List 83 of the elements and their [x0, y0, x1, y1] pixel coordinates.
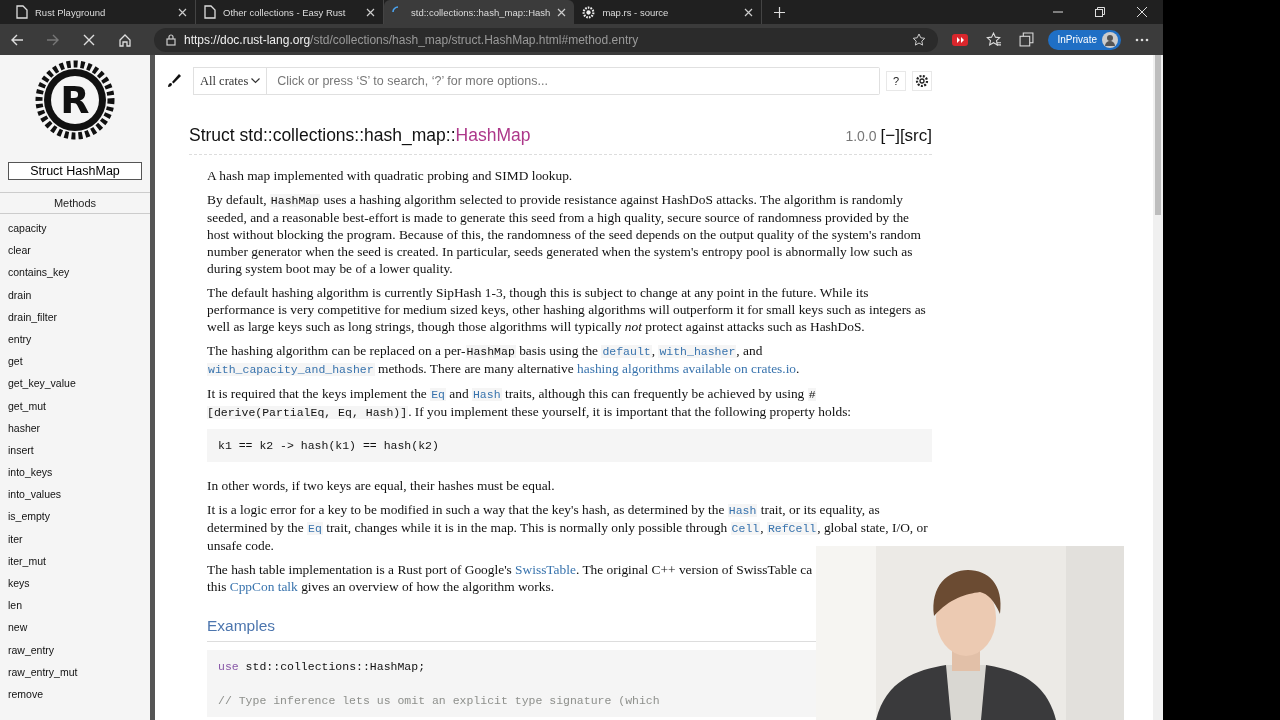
- code-link[interactable]: with_capacity_and_hasher: [207, 363, 375, 376]
- new-tab-icon[interactable]: [774, 6, 786, 18]
- close-icon[interactable]: [557, 7, 567, 17]
- more-icon[interactable]: [1135, 37, 1149, 42]
- chevron-down-icon: [251, 78, 261, 84]
- version-label: 1.0.0: [845, 128, 877, 144]
- paragraph: In other words, if two keys are equal, their hashes must be equal.: [207, 477, 556, 494]
- method-link[interactable]: new: [8, 620, 142, 643]
- close-icon[interactable]: [366, 7, 375, 17]
- tab-title: Other collections - Easy Rust: [223, 6, 347, 18]
- section-heading[interactable]: Examples: [207, 617, 276, 635]
- tab-title: Rust Playground: [35, 6, 107, 18]
- link[interactable]: CppCon talk: [229, 579, 298, 594]
- stop-icon[interactable]: [82, 32, 96, 47]
- method-link[interactable]: capacity: [8, 221, 142, 244]
- home-icon[interactable]: [118, 32, 132, 47]
- sidebar-title[interactable]: Struct HashMap: [8, 162, 142, 180]
- favorites-icon[interactable]: [985, 32, 1001, 47]
- code-link[interactable]: Hash: [471, 388, 502, 401]
- method-link[interactable]: contains_key: [8, 265, 142, 288]
- close-icon[interactable]: [744, 7, 754, 17]
- address-field[interactable]: https://doc.rust-lang.org/std/collections/hash_map/struct.HashMap.html#method.entry: [154, 27, 938, 52]
- paragraph: The default hashing algorithm is currently SipHash 1-3, though this is subject to change at any point in the future. While its performance is very competitive for medium sized keys, other hashing algorithms will outperform it for small keys such as integers as well as large keys such as long strings, though those algorithms will typically not protect against attacks such as HashDoS.: [207, 284, 927, 335]
- lock-icon: [166, 33, 176, 46]
- tab-title: map.rs - source: [602, 6, 670, 18]
- method-link[interactable]: remove: [8, 686, 142, 710]
- method-link[interactable]: clear: [8, 243, 142, 266]
- rust-logo[interactable]: R: [35, 60, 115, 140]
- method-link[interactable]: is_empty: [8, 509, 142, 532]
- method-link[interactable]: drain_filter: [8, 309, 142, 332]
- method-link[interactable]: into_values: [8, 487, 142, 510]
- code-link[interactable]: default: [601, 345, 652, 358]
- method-link[interactable]: into_keys: [8, 465, 142, 488]
- gear-icon: [582, 5, 596, 19]
- paragraph: The hashing algorithm can be replaced on a per-HashMap basis using the default, with_hasher, and with_capacity_and_hasher methods. There are many alternative hashing algorithms available on crates.io.: [207, 342, 801, 378]
- help-button[interactable]: ?: [886, 71, 906, 91]
- tab-title: std::collections::hash_map::Hash: [411, 6, 551, 18]
- method-link[interactable]: len: [8, 598, 142, 621]
- method-link[interactable]: get_mut: [8, 398, 142, 421]
- avatar-icon: [1102, 31, 1118, 48]
- link[interactable]: SwissTable: [515, 562, 576, 577]
- browser-tab[interactable]: std::collections::hash_map::Hash: [384, 0, 575, 24]
- page-icon: [204, 5, 216, 19]
- method-link[interactable]: get: [8, 354, 142, 377]
- method-link[interactable]: keys: [8, 576, 142, 599]
- method-link[interactable]: iter_mut: [8, 553, 142, 576]
- settings-icon: [915, 74, 929, 88]
- method-link[interactable]: get_key_value: [8, 376, 142, 399]
- source-link[interactable]: [src]: [899, 126, 932, 146]
- method-link[interactable]: drain: [8, 287, 142, 310]
- paragraph: A hash map implemented with quadratic probing and SIMD lookup.: [207, 167, 574, 184]
- page-title: Struct std::collections::hash_map::HashMap: [189, 125, 531, 146]
- crate-select[interactable]: All crates: [193, 67, 268, 95]
- section-heading[interactable]: Methods: [0, 192, 150, 214]
- method-link[interactable]: entry: [8, 331, 142, 355]
- code-link[interactable]: RefCell: [766, 522, 818, 535]
- back-icon[interactable]: [10, 32, 24, 47]
- paintbrush-icon[interactable]: [165, 72, 183, 90]
- search-field[interactable]: Click or press ‘S’ to search, ‘?’ for more options...: [267, 67, 880, 95]
- restore-icon[interactable]: [1095, 7, 1105, 17]
- code-link[interactable]: Eq: [430, 388, 446, 401]
- method-link[interactable]: raw_entry_mut: [8, 664, 142, 687]
- paragraph: It is a logic error for a key to be modified in such a way that the key's hash, as determined by the Hash trait, or its equality, as determined by the Eq trait, changes while it is in the map. This is normally only possible through Cell, RefCell, global state, I/O, or unsafe code.: [207, 501, 929, 554]
- method-link[interactable]: hasher: [8, 420, 142, 443]
- star-icon[interactable]: [911, 32, 926, 47]
- method-link[interactable]: raw_entry: [8, 642, 142, 665]
- close-icon[interactable]: [1137, 7, 1147, 17]
- collapse-link[interactable]: [−]: [880, 126, 900, 146]
- paragraph: By default, HashMap uses a hashing algorithm selected to provide resistance against HashDoS attacks. The algorithm is randomly seeded, and a reasonable best-effort is made to generate this seed from a high quality, secure source of randomness provided by the host without blocking the program. Because of this, the randomness of the seed depends on the output quality of the system's random number generator when the seed is created. In particular, seeds generated when the system's entropy pool is abnormally low such as during system boot may be of a lower quality.: [207, 191, 922, 277]
- method-link[interactable]: insert: [8, 442, 142, 466]
- close-icon[interactable]: [178, 7, 187, 17]
- collections-icon[interactable]: [1018, 32, 1034, 47]
- code-link[interactable]: Eq: [307, 522, 323, 535]
- inprivate-button[interactable]: InPrivate: [1047, 29, 1121, 50]
- extension-icon[interactable]: [951, 33, 968, 46]
- code-link[interactable]: Cell: [730, 522, 761, 535]
- code-link[interactable]: Hash: [727, 504, 758, 517]
- page-icon: [16, 5, 28, 19]
- code-block: k1 == k2 -> hash(k1) == hash(k2): [207, 429, 932, 462]
- code-link[interactable]: with_hasher: [658, 345, 737, 358]
- method-link[interactable]: iter: [8, 531, 142, 554]
- settings-button[interactable]: [912, 71, 932, 91]
- paragraph: It is required that the keys implement the Eq and Hash traits, although this can frequently be achieved by using #[derive(PartialEq, Eq, Hash)]. If you implement these yourself, it is important that the following property holds:: [207, 385, 853, 421]
